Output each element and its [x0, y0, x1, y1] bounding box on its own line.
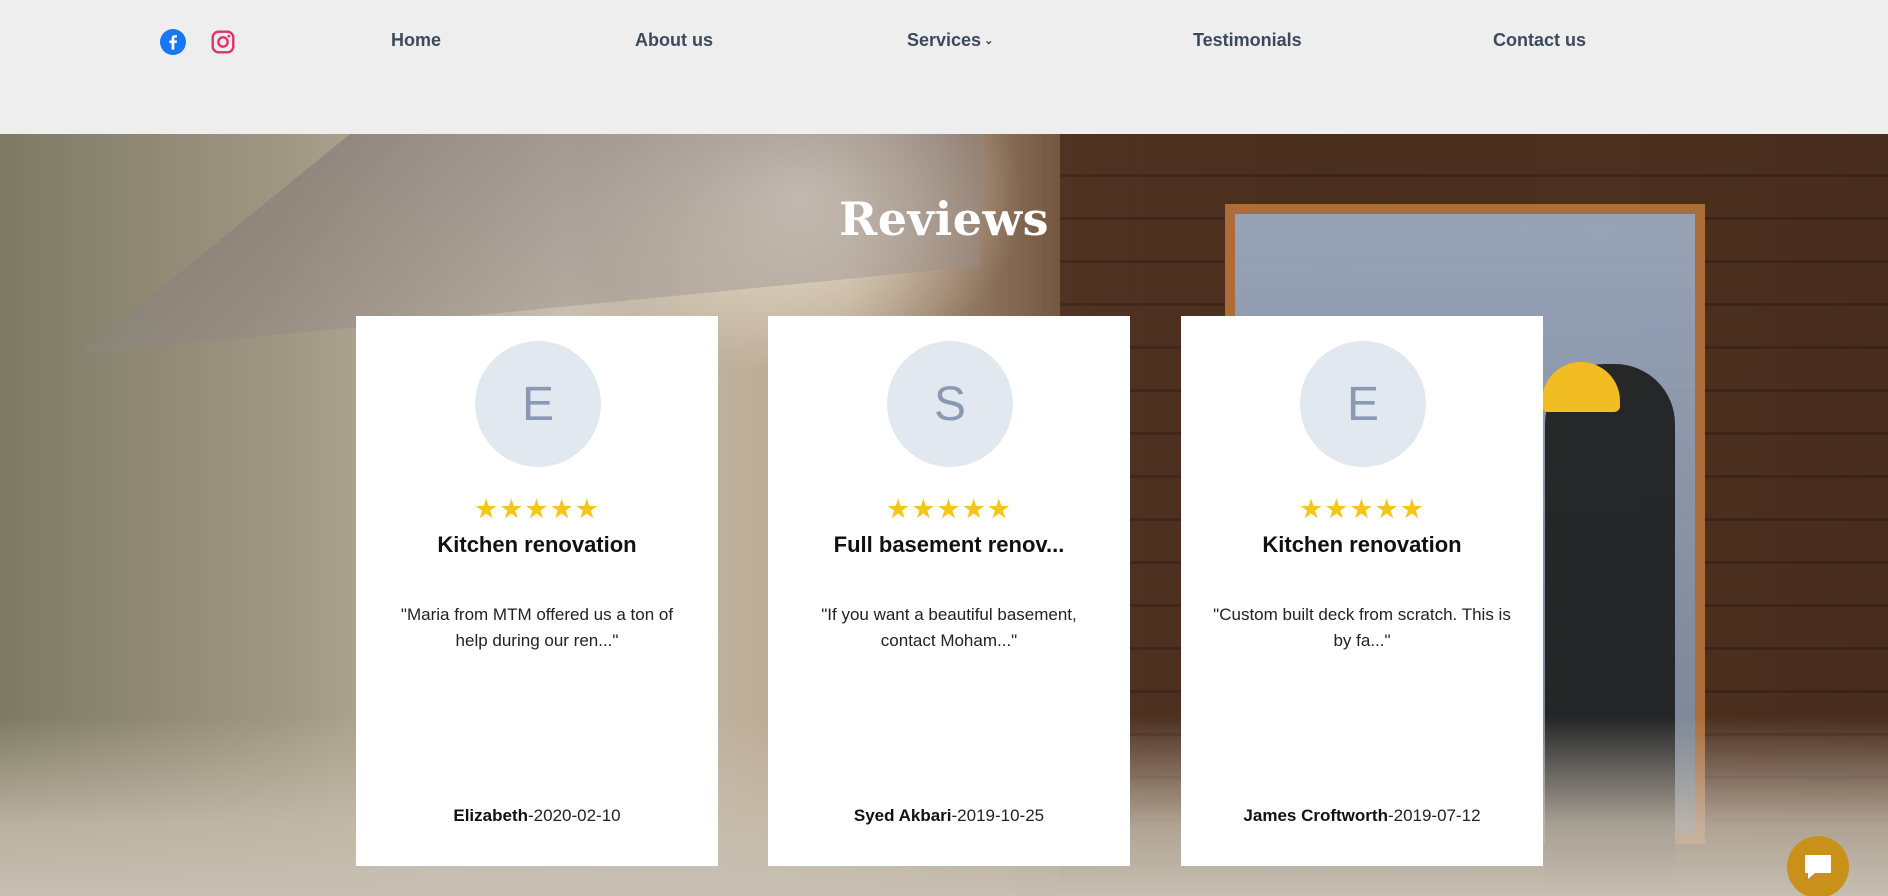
star-rating: ★★★★★ — [885, 494, 1013, 524]
review-byline: Elizabeth-2020-02-10 — [356, 806, 718, 826]
nav-home-label: Home — [391, 30, 442, 50]
review-quote: "Custom built deck from scratch. This is… — [1213, 605, 1511, 650]
review-author: Syed Akbari — [853, 806, 952, 825]
nav-about-label: About us — [635, 30, 713, 50]
review-quote: "Maria from MTM offered us a ton of help… — [400, 605, 674, 650]
instagram-icon — [211, 30, 235, 54]
review-date: -2019-10-25 — [951, 806, 1045, 825]
nav-contact-us[interactable]: Contact us — [1493, 30, 1586, 51]
review-date: -2019-07-12 — [1387, 806, 1481, 825]
nav-home[interactable]: Home — [391, 30, 441, 51]
review-title: Kitchen renovation — [437, 532, 637, 557]
chat-button[interactable] — [1787, 836, 1849, 896]
review-author: James Croftworth — [1243, 806, 1388, 825]
avatar: E — [475, 341, 601, 467]
facebook-link[interactable] — [160, 29, 186, 55]
review-title: Kitchen renovation — [1262, 532, 1462, 557]
section-title: Reviews — [839, 192, 1049, 246]
review-byline: James Croftworth-2019-07-12 — [1181, 806, 1543, 826]
chevron-down-icon: ⌄ — [984, 35, 994, 47]
reviews-section: Reviews E ★★★★★ Kitchen renovation "Mari… — [0, 134, 1888, 896]
nav-services[interactable]: Services ⌄ — [907, 30, 993, 51]
nav-services-label: Services — [907, 30, 982, 50]
review-byline: Syed Akbari-2019-10-25 — [768, 806, 1130, 826]
review-card: E ★★★★★ Kitchen renovation "Custom built… — [1181, 316, 1543, 866]
avatar: E — [1300, 341, 1426, 467]
nav-contact-label: Contact us — [1493, 30, 1587, 50]
review-title: Full basement renov... — [833, 532, 1065, 557]
chat-bubble-icon — [1805, 855, 1831, 879]
nav-about-us[interactable]: About us — [635, 30, 713, 51]
nav-testimonials-label: Testimonials — [1193, 30, 1302, 50]
nav-testimonials[interactable]: Testimonials — [1193, 30, 1302, 51]
review-quote: "If you want a beautiful basement, conta… — [821, 605, 1077, 650]
review-date: -2020-02-10 — [528, 806, 621, 825]
instagram-link[interactable] — [210, 29, 236, 55]
star-rating: ★★★★★ — [1298, 494, 1426, 524]
review-card: S ★★★★★ Full basement renov... "If you w… — [768, 316, 1130, 866]
review-card: E ★★★★★ Kitchen renovation "Maria from M… — [356, 316, 718, 866]
star-rating: ★★★★★ — [473, 494, 601, 524]
site-header: Home About us Services ⌄ Testimonials Con… — [0, 0, 1888, 134]
review-author: Elizabeth — [453, 806, 528, 825]
social-links — [160, 29, 236, 55]
facebook-icon — [160, 29, 186, 55]
avatar: S — [887, 341, 1013, 467]
